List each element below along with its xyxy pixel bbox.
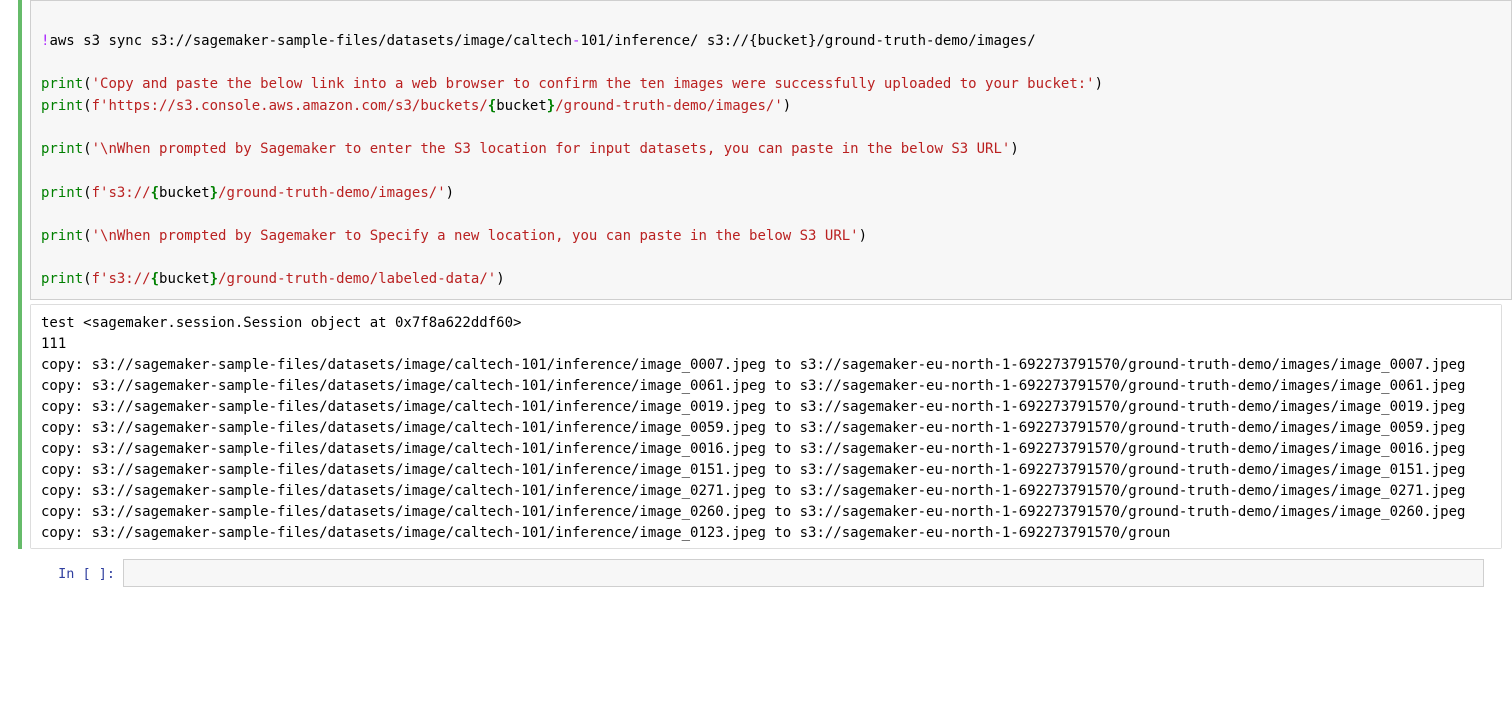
- notebook-container: !aws s3 sync s3://sagemaker-sample-files…: [0, 0, 1512, 722]
- code-input[interactable]: !aws s3 sync s3://sagemaker-sample-files…: [30, 0, 1512, 300]
- cell-output[interactable]: test <sagemaker.session.Session object a…: [31, 305, 1501, 548]
- input-prompt: In [ ]:: [18, 559, 123, 588]
- code-cell[interactable]: !aws s3 sync s3://sagemaker-sample-files…: [18, 0, 1512, 549]
- empty-code-cell[interactable]: In [ ]:: [18, 559, 1512, 588]
- empty-code-input[interactable]: [123, 559, 1484, 587]
